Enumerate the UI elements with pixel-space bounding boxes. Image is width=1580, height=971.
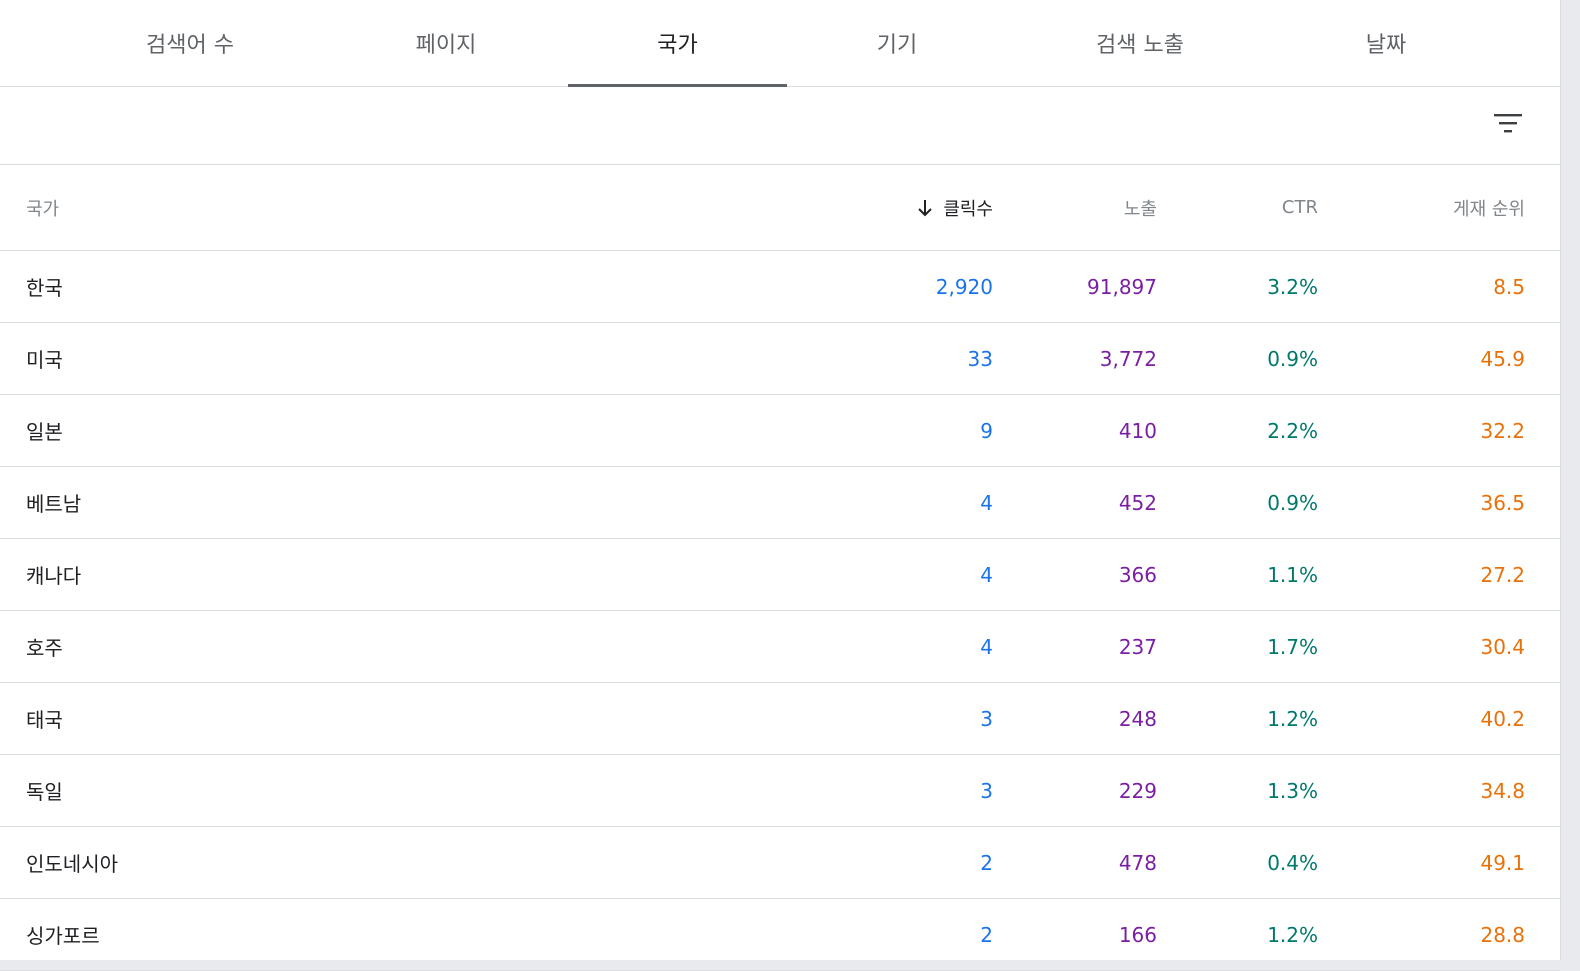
impressions-cell: 237 (1118, 634, 1157, 659)
table-header-row: 국가 클릭수 노출 CTR 게재 순위 (0, 165, 1560, 251)
country-cell: 싱가포르 (26, 924, 100, 948)
impressions-cell: 452 (1118, 490, 1157, 515)
table-row[interactable]: 한국 2,920 91,897 3.2% 8.5 (0, 251, 1560, 323)
position-cell: 36.5 (1480, 490, 1525, 515)
country-cell: 한국 (26, 276, 63, 300)
clicks-cell: 3 (980, 778, 993, 803)
position-cell: 27.2 (1480, 562, 1525, 587)
tab-dates[interactable]: 날짜 (1266, 0, 1506, 86)
impressions-cell: 3,772 (1099, 346, 1157, 371)
clicks-cell: 4 (980, 490, 993, 515)
table-row[interactable]: 싱가포르 2 166 1.2% 28.8 (0, 899, 1560, 971)
table-row[interactable]: 캐나다 4 366 1.1% 27.2 (0, 539, 1560, 611)
ctr-cell: 3.2% (1267, 274, 1318, 299)
tab-queries[interactable]: 검색어 수 (70, 0, 310, 86)
table-row[interactable]: 일본 9 410 2.2% 32.2 (0, 395, 1560, 467)
filter-list-icon (1494, 114, 1522, 133)
position-cell: 8.5 (1493, 274, 1525, 299)
country-cell: 태국 (26, 708, 63, 732)
header-impressions[interactable]: 노출 (1124, 165, 1157, 250)
tab-pages[interactable]: 페이지 (326, 0, 566, 86)
position-cell: 34.8 (1480, 778, 1525, 803)
ctr-cell: 1.7% (1267, 634, 1318, 659)
performance-card: 검색어 수 페이지 국가 기기 검색 노출 날짜 국가 클릭수 노출 CTR 게… (0, 0, 1561, 971)
dimension-tabs: 검색어 수 페이지 국가 기기 검색 노출 날짜 (0, 0, 1560, 87)
country-cell: 일본 (26, 420, 63, 444)
position-cell: 49.1 (1480, 850, 1525, 875)
table-row[interactable]: 베트남 4 452 0.9% 36.5 (0, 467, 1560, 539)
table-row[interactable]: 호주 4 237 1.7% 30.4 (0, 611, 1560, 683)
header-ctr[interactable]: CTR (1282, 165, 1318, 250)
ctr-cell: 0.9% (1267, 490, 1318, 515)
ctr-cell: 1.2% (1267, 706, 1318, 731)
impressions-cell: 91,897 (1087, 274, 1157, 299)
clicks-cell: 2,920 (935, 274, 993, 299)
impressions-cell: 248 (1118, 706, 1157, 731)
ctr-cell: 1.1% (1267, 562, 1318, 587)
country-cell: 독일 (26, 780, 63, 804)
clicks-cell: 2 (980, 922, 993, 947)
country-cell: 미국 (26, 348, 63, 372)
impressions-cell: 229 (1118, 778, 1157, 803)
clicks-cell: 3 (980, 706, 993, 731)
ctr-cell: 1.2% (1267, 922, 1318, 947)
impressions-cell: 166 (1118, 922, 1157, 947)
header-country[interactable]: 국가 (26, 165, 59, 250)
table-row[interactable]: 인도네시아 2 478 0.4% 49.1 (0, 827, 1560, 899)
impressions-cell: 478 (1118, 850, 1157, 875)
clicks-cell: 33 (967, 346, 993, 371)
tab-devices[interactable]: 기기 (787, 0, 1007, 86)
ctr-cell: 0.4% (1267, 850, 1318, 875)
table-row[interactable]: 미국 33 3,772 0.9% 45.9 (0, 323, 1560, 395)
position-cell: 28.8 (1480, 922, 1525, 947)
position-cell: 32.2 (1480, 418, 1525, 443)
position-cell: 40.2 (1480, 706, 1525, 731)
country-cell: 베트남 (26, 492, 82, 516)
arrow-downward-icon (917, 199, 933, 217)
country-cell: 호주 (26, 636, 63, 660)
header-clicks-label: 클릭수 (943, 198, 993, 220)
header-clicks[interactable]: 클릭수 (917, 165, 993, 250)
country-cell: 인도네시아 (26, 852, 118, 876)
ctr-cell: 1.3% (1267, 778, 1318, 803)
table-row[interactable]: 태국 3 248 1.2% 40.2 (0, 683, 1560, 755)
clicks-cell: 2 (980, 850, 993, 875)
impressions-cell: 366 (1118, 562, 1157, 587)
ctr-cell: 2.2% (1267, 418, 1318, 443)
clicks-cell: 9 (980, 418, 993, 443)
filter-button[interactable] (1490, 105, 1526, 141)
tab-countries[interactable]: 국가 (568, 0, 787, 87)
position-cell: 30.4 (1480, 634, 1525, 659)
countries-table: 국가 클릭수 노출 CTR 게재 순위 한국 2,920 91,897 3.2%… (0, 165, 1560, 971)
country-cell: 캐나다 (26, 564, 82, 588)
impressions-cell: 410 (1118, 418, 1157, 443)
tab-search-appearance[interactable]: 검색 노출 (1020, 0, 1260, 86)
ctr-cell: 0.9% (1267, 346, 1318, 371)
table-toolbar (0, 87, 1560, 165)
clicks-cell: 4 (980, 634, 993, 659)
position-cell: 45.9 (1480, 346, 1525, 371)
header-position[interactable]: 게재 순위 (1453, 165, 1525, 250)
table-row[interactable]: 독일 3 229 1.3% 34.8 (0, 755, 1560, 827)
clicks-cell: 4 (980, 562, 993, 587)
